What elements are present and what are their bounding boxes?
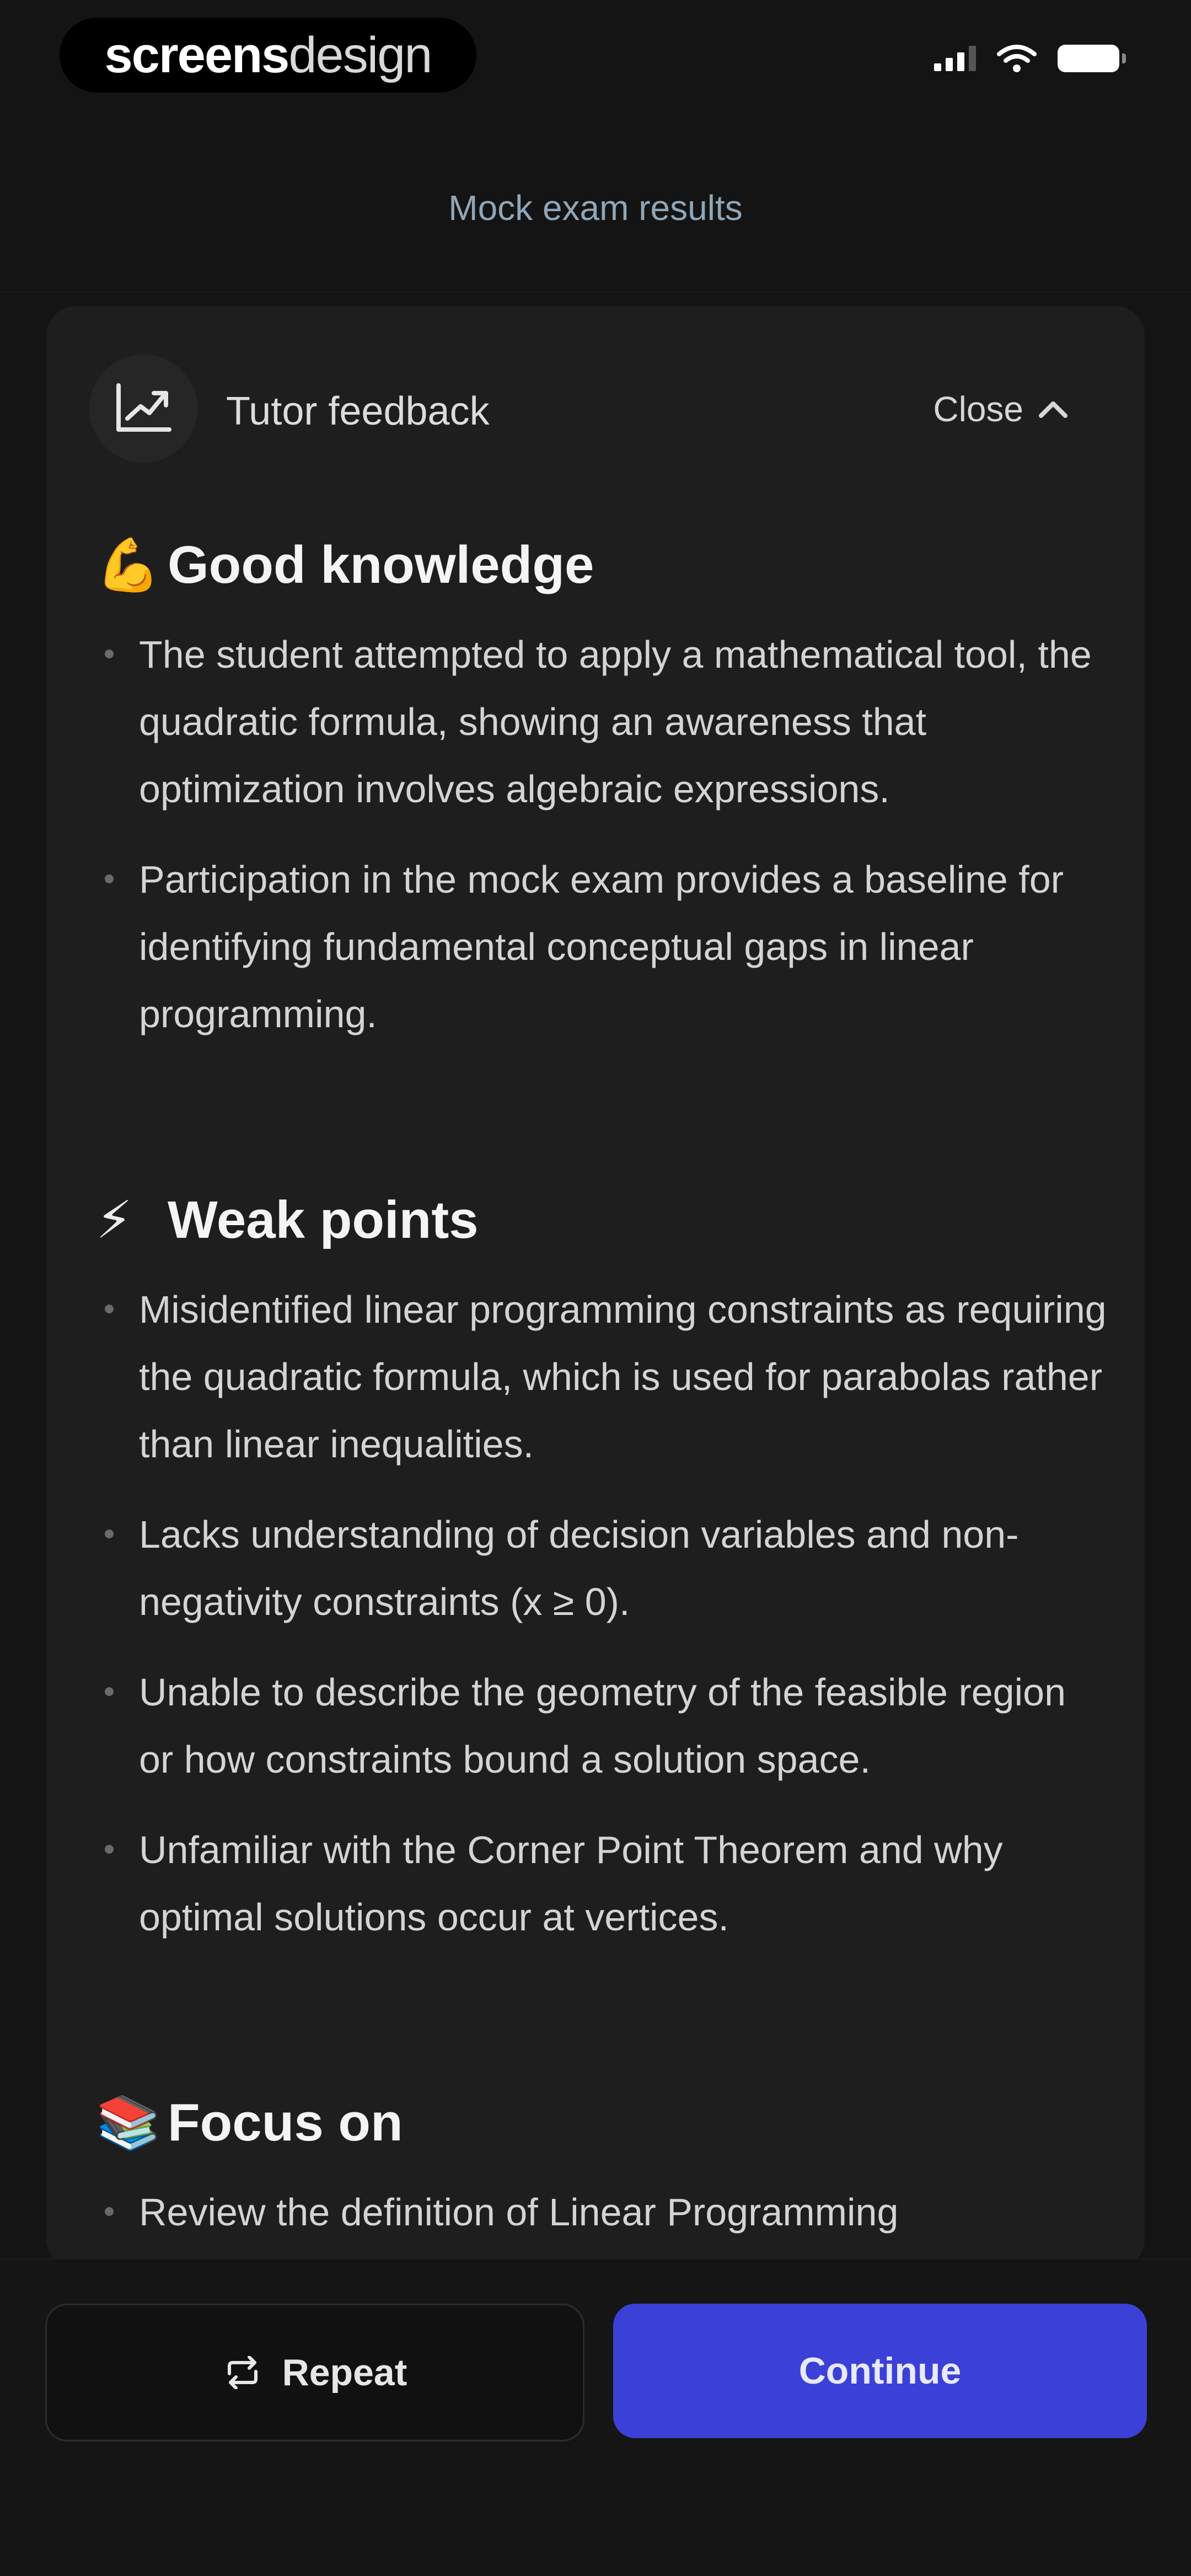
books-icon: 📚 [96, 2094, 161, 2151]
battery-icon [1058, 45, 1126, 72]
continue-button[interactable]: Continue [613, 2304, 1147, 2438]
chart-icon [89, 355, 197, 463]
header-divider [0, 291, 1191, 292]
status-bar: screens design [0, 0, 1191, 116]
section-heading: ⚡ Weak points [96, 1184, 1133, 1256]
section-weak-points: ⚡ Weak points Misidentified linear progr… [96, 1184, 1133, 1974]
tutor-feedback-card: Tutor feedback Close 💪 Good knowledge Th… [46, 306, 1145, 2269]
status-icons [934, 44, 1126, 73]
card-header: Tutor feedback Close [46, 306, 1145, 521]
continue-label: Continue [798, 2350, 962, 2392]
section-focus-on: 📚 Focus on Review the definition of Line… [96, 2087, 1133, 2269]
chevron-up-icon [1039, 401, 1067, 418]
bullet-list: Misidentified linear programming constra… [96, 1276, 1133, 1951]
close-button[interactable]: Close [933, 389, 1069, 430]
list-item: Participation in the mock exam provides … [46, 846, 1133, 1048]
section-title: Good knowledge [168, 535, 594, 594]
list-item: Lacks understanding of decision variable… [46, 1501, 1133, 1635]
brand-logo: screens design [60, 18, 476, 93]
flexed-biceps-icon: 💪 [96, 536, 161, 594]
cellular-signal-icon [934, 46, 976, 71]
brand-name-part1: screens [104, 26, 290, 83]
brand-name-part2: design [288, 26, 432, 83]
section-good-knowledge: 💪 Good knowledge The student attempted t… [96, 529, 1133, 1071]
section-heading: 💪 Good knowledge [96, 529, 1133, 601]
bullet-list: Review the definition of Linear Programm… [96, 2178, 1133, 2246]
bullet-list: The student attempted to apply a mathema… [96, 621, 1133, 1048]
close-label: Close [933, 389, 1023, 429]
section-title: Weak points [168, 1190, 479, 1249]
page-title: Mock exam results [448, 188, 743, 228]
bottom-action-bar: Repeat Continue [0, 2258, 1191, 2576]
list-item: Unfamiliar with the Corner Point Theorem… [46, 1816, 1133, 1951]
list-item: The student attempted to apply a mathema… [46, 621, 1133, 823]
repeat-button[interactable]: Repeat [45, 2304, 584, 2441]
wifi-icon [997, 45, 1037, 72]
list-item: Review the definition of Linear Programm… [46, 2178, 1133, 2246]
lightning-icon: ⚡ [96, 1191, 133, 1249]
section-heading: 📚 Focus on [96, 2087, 1133, 2159]
card-title: Tutor feedback [226, 389, 490, 433]
list-item: Misidentified linear programming constra… [46, 1276, 1133, 1478]
section-title: Focus on [168, 2093, 403, 2152]
list-item: Unable to describe the geometry of the f… [46, 1659, 1133, 1793]
repeat-label: Repeat [282, 2352, 407, 2393]
repeat-icon [227, 2356, 257, 2389]
